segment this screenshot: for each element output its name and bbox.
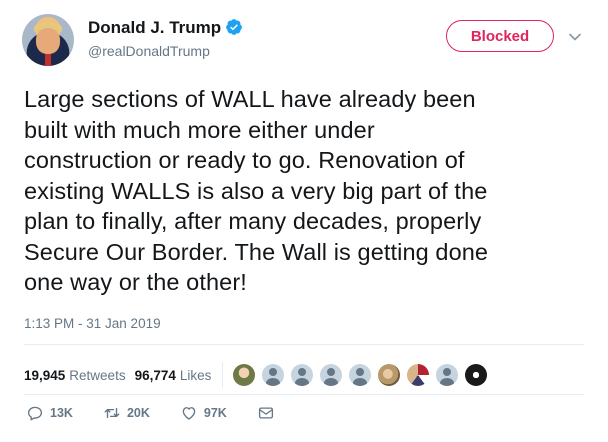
reply-count: 13K <box>50 406 73 420</box>
reply-icon <box>27 406 43 421</box>
tweet-text-line: Large sections of WALL have already been <box>24 86 476 112</box>
liker-avatar[interactable] <box>291 364 314 386</box>
user-handle[interactable]: @realDonaldTrump <box>88 43 243 59</box>
liker-avatar[interactable] <box>262 364 285 386</box>
heart-icon <box>182 407 196 420</box>
verified-badge-icon <box>226 19 243 35</box>
liker-avatar[interactable] <box>378 364 401 386</box>
tweet-text-line: one way or the other! <box>24 269 247 295</box>
retweets-count: 19,945 <box>24 367 66 383</box>
envelope-icon <box>258 407 273 419</box>
user-names: Donald J. Trump @realDonaldTrump <box>88 18 243 59</box>
liker-avatar[interactable] <box>320 364 343 386</box>
liker-avatars <box>233 364 494 386</box>
liker-avatar[interactable] <box>233 364 256 386</box>
tweet-text-line: built with much more either under <box>24 116 375 143</box>
like-button[interactable]: 97K <box>180 404 227 422</box>
tweet-stats: 19,945 Retweets 96,774 Likes <box>24 362 494 388</box>
user-avatar[interactable] <box>22 14 74 66</box>
blocked-button[interactable]: Blocked <box>446 20 554 52</box>
stats-separator <box>222 362 224 388</box>
likes-stat[interactable]: 96,774 Likes <box>135 368 212 383</box>
divider <box>24 394 584 395</box>
tweet-text: Large sections of WALL have already been… <box>24 84 584 298</box>
like-count: 97K <box>203 406 227 420</box>
liker-avatar[interactable] <box>407 364 430 386</box>
tweet-actions: 13K 20K 97K <box>26 404 311 422</box>
liker-avatar[interactable] <box>465 364 488 386</box>
tweet-text-line: existing WALLS is also a very big part o… <box>24 177 488 204</box>
retweets-stat[interactable]: 19,945 Retweets <box>24 368 126 383</box>
tweet-header: Donald J. Trump @realDonaldTrump Blocked <box>22 14 592 70</box>
divider <box>24 344 584 345</box>
liker-avatar[interactable] <box>349 364 372 386</box>
likes-label: Likes <box>179 367 212 383</box>
liker-avatar[interactable] <box>436 364 459 386</box>
display-name[interactable]: Donald J. Trump <box>88 18 221 38</box>
retweet-icon <box>104 407 120 419</box>
retweet-count: 20K <box>126 406 150 420</box>
likes-count: 96,774 <box>134 367 176 383</box>
direct-message-button[interactable] <box>257 404 281 422</box>
tweet-text-line: construction or ready to go. Renovation … <box>24 147 465 173</box>
retweet-button[interactable]: 20K <box>103 404 150 422</box>
chevron-down-icon[interactable] <box>568 30 582 44</box>
tweet-text-line: Secure Our Border. The Wall is getting d… <box>24 238 489 265</box>
retweets-label: Retweets <box>69 367 126 383</box>
tweet-timestamp[interactable]: 1:13 PM - 31 Jan 2019 <box>24 316 161 331</box>
reply-button[interactable]: 13K <box>26 404 73 422</box>
tweet-text-line: plan to finally, after many decades, pro… <box>24 208 482 234</box>
